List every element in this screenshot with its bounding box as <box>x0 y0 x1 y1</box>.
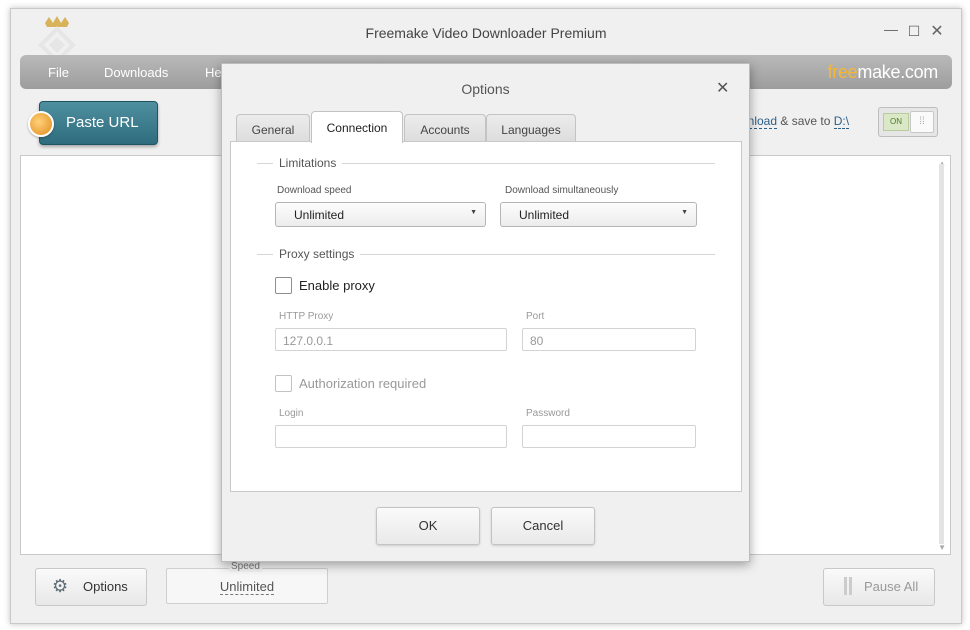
login-field[interactable] <box>275 425 507 448</box>
simultaneous-value: Unlimited <box>519 208 570 222</box>
password-label: Password <box>526 408 570 419</box>
tab-accounts[interactable]: Accounts <box>404 114 486 143</box>
connection-panel: Limitations Download speed Unlimited ▼ D… <box>230 141 742 492</box>
globe-icon <box>28 111 54 137</box>
minimize-button[interactable]: — <box>881 21 901 37</box>
authorization-label: Authorization required <box>299 376 427 391</box>
gear-icon: ⚙ <box>52 576 69 596</box>
enable-proxy-label: Enable proxy <box>299 278 375 293</box>
save-settings: wnload & save to D:\ <box>739 114 850 129</box>
tab-languages[interactable]: Languages <box>486 114 576 143</box>
chevron-down-icon: ▼ <box>681 209 688 216</box>
close-window-button[interactable]: ✕ <box>927 21 947 41</box>
scroll-down-icon[interactable]: ▼ <box>938 543 946 552</box>
chevron-down-icon: ▼ <box>470 209 477 216</box>
password-field[interactable] <box>522 425 696 448</box>
scrollbar[interactable] <box>939 164 944 544</box>
download-speed-label: Download speed <box>277 185 352 196</box>
menu-file[interactable]: File <box>48 65 69 80</box>
limitations-title: Limitations <box>273 156 343 170</box>
paste-url-label: Paste URL <box>66 114 139 131</box>
options-dialog: Options ✕ General Connection Accounts La… <box>221 63 750 562</box>
options-label: Options <box>83 579 128 594</box>
dialog-title: Options <box>461 81 510 97</box>
proxy-title: Proxy settings <box>273 247 361 261</box>
speed-control: Speed Unlimited <box>166 561 328 604</box>
one-click-toggle[interactable]: ON ⁞⁞ <box>878 107 938 137</box>
toggle-knob: ⁞⁞ <box>910 111 934 133</box>
download-speed-select[interactable]: Unlimited ▼ <box>275 202 486 227</box>
save-path-link[interactable]: D:\ <box>833 114 850 129</box>
pause-all-button[interactable]: Pause All <box>823 568 935 606</box>
speed-value-link[interactable]: Unlimited <box>219 579 275 595</box>
paste-url-button[interactable]: Paste URL <box>28 101 158 145</box>
login-label: Login <box>279 408 304 419</box>
http-proxy-label: HTTP Proxy <box>279 311 334 322</box>
cancel-button[interactable]: Cancel <box>491 507 595 545</box>
brand-free-text: free <box>827 62 858 82</box>
port-label: Port <box>526 311 545 322</box>
pause-icon <box>844 577 852 595</box>
close-icon[interactable]: ✕ <box>716 78 729 98</box>
speed-caption: Speed <box>229 561 262 572</box>
menu-help[interactable]: He <box>205 65 222 80</box>
toggle-on-label: ON <box>883 113 909 131</box>
authorization-checkbox[interactable] <box>275 375 292 392</box>
download-speed-value: Unlimited <box>294 208 345 222</box>
ok-button[interactable]: OK <box>376 507 480 545</box>
brand-logo[interactable]: freemake.com <box>827 62 939 83</box>
enable-proxy-checkbox[interactable] <box>275 277 292 294</box>
tab-connection[interactable]: Connection <box>311 111 403 143</box>
save-to-text: & save to <box>780 114 831 128</box>
simultaneous-select[interactable]: Unlimited ▼ <box>500 202 697 227</box>
menu-downloads[interactable]: Downloads <box>104 65 168 80</box>
window-title: Freemake Video Downloader Premium <box>365 25 607 41</box>
simultaneous-label: Download simultaneously <box>505 185 619 196</box>
brand-make-text: make.com <box>857 62 938 82</box>
maximize-button[interactable]: ☐ <box>904 23 924 40</box>
options-button[interactable]: ⚙ Options <box>35 568 147 606</box>
pause-all-label: Pause All <box>864 579 919 594</box>
http-proxy-field[interactable]: 127.0.0.1 <box>275 328 507 351</box>
tab-general[interactable]: General <box>236 114 310 143</box>
port-field[interactable]: 80 <box>522 328 696 351</box>
